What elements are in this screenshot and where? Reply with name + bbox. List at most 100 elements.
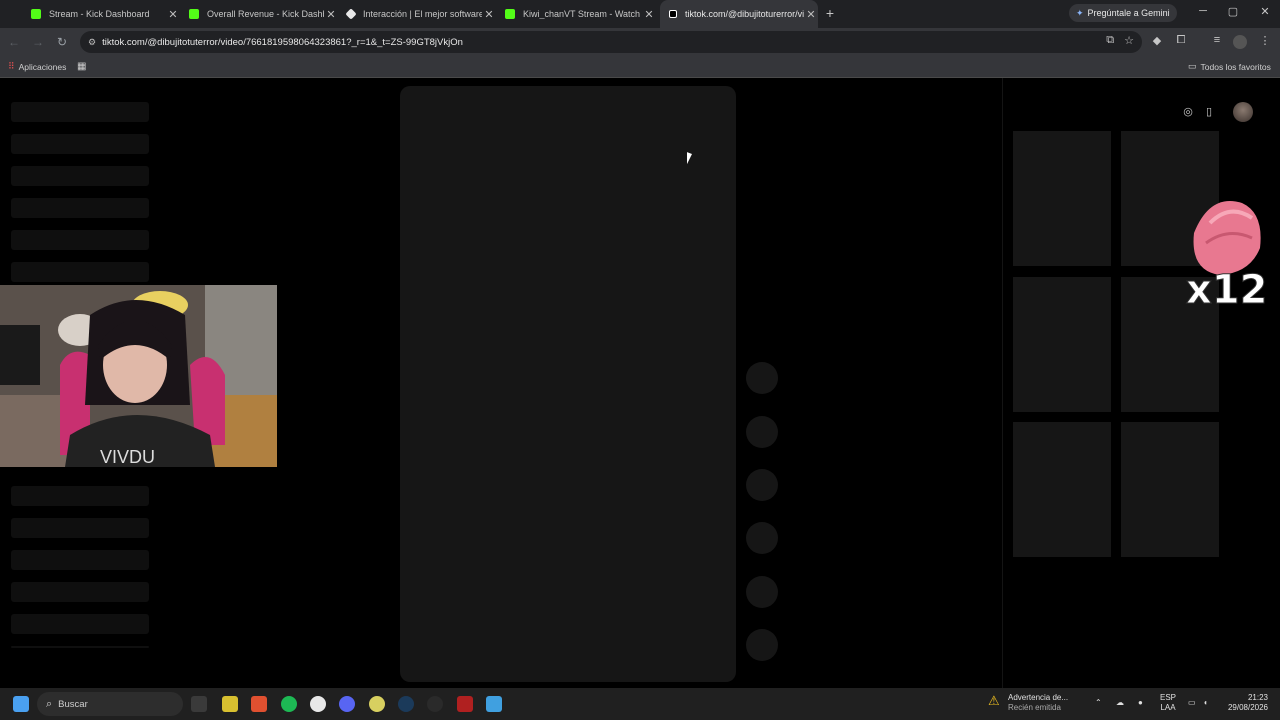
webcam-feed-image: VIVDU (0, 285, 277, 467)
bookmarks-bar: ⠿ Aplicaciones ▦ ▭ Todos los favoritos (0, 56, 1280, 78)
menu-icon[interactable]: ⋮ (1257, 34, 1273, 47)
clock-date: 29/08/2026 (1227, 703, 1268, 712)
like-button-placeholder[interactable] (746, 362, 778, 394)
related-video-thumbnail[interactable] (1121, 422, 1219, 557)
sidebar-skeleton-item (11, 230, 149, 250)
shirt-print: VIVDU (100, 447, 155, 467)
forward-button[interactable]: → (30, 34, 46, 50)
extensions-puzzle-icon[interactable]: ⧠ (1173, 34, 1189, 47)
new-tab-button[interactable]: + (822, 5, 838, 21)
obs-icon[interactable] (427, 696, 443, 712)
webcam-overlay: VIVDU (0, 285, 277, 467)
reload-button[interactable]: ↻ (54, 34, 70, 50)
clock[interactable]: 21:23 29/08/2026 (1226, 693, 1268, 713)
dota-icon[interactable] (457, 696, 473, 712)
diamond-icon (345, 8, 357, 20)
chrome-icon[interactable] (310, 696, 326, 712)
brave-icon[interactable] (251, 696, 267, 712)
maximize-button[interactable]: ▢ (1223, 5, 1243, 18)
windows-taskbar: ⌕ Buscar ⚠ Advertencia de... Recién emit… (0, 688, 1280, 720)
apps-grid-icon: ⠿ (8, 61, 15, 71)
windows-start-icon[interactable] (13, 696, 29, 712)
tab-close-icon[interactable]: ✕ (804, 8, 818, 21)
folder-icon: ▭ (1188, 61, 1197, 71)
tab-interaccion[interactable]: Interacción | El mejor software p ✕ (338, 0, 496, 28)
discord-icon[interactable] (339, 696, 355, 712)
notification-warning[interactable]: Advertencia de... Recién emitida (1008, 693, 1068, 713)
network-icon[interactable]: ▭ (1188, 698, 1196, 708)
task-view-icon[interactable] (191, 696, 207, 712)
tiktok-icon (669, 10, 677, 18)
clapping-hands-icon: x12 (1186, 201, 1268, 314)
media-controls-icon[interactable]: ≡ (1209, 34, 1225, 46)
sidebar-skeleton-item (11, 198, 149, 218)
sidebar-skeleton-item (11, 550, 149, 570)
taskbar-search[interactable]: ⌕ Buscar (37, 692, 183, 716)
notes-app-icon[interactable] (222, 696, 238, 712)
user-avatar[interactable] (1233, 102, 1253, 122)
tab-close-icon[interactable]: ✕ (642, 8, 656, 21)
microphone-icon[interactable]: ● (1138, 698, 1143, 708)
all-bookmarks-folder[interactable]: ▭ Todos los favoritos (1188, 61, 1271, 72)
search-placeholder: Buscar (58, 698, 88, 710)
install-app-icon[interactable]: ⧉ (1106, 34, 1114, 47)
tab-close-icon[interactable]: ✕ (482, 8, 496, 21)
all-bookmarks-label: Todos los favoritos (1200, 61, 1271, 72)
sidebar-skeleton-item (11, 614, 149, 634)
app-icon[interactable] (369, 696, 385, 712)
related-video-thumbnail[interactable] (1013, 131, 1111, 266)
app-icon[interactable] (486, 696, 502, 712)
tab-close-icon[interactable]: ✕ (166, 8, 180, 21)
related-video-thumbnail[interactable] (1013, 422, 1111, 557)
address-bar[interactable]: ⚙ tiktok.com/@dibujitotuterror/video/766… (80, 31, 1142, 53)
bookmark-star-icon[interactable]: ☆ (1124, 34, 1134, 47)
tab-tiktok[interactable]: tiktok.com/@dibujitoturerror/vi ✕ (660, 0, 818, 28)
related-video-thumbnail[interactable] (1013, 277, 1111, 412)
share-button-placeholder[interactable] (746, 522, 778, 554)
extension-icon[interactable]: ◆ (1149, 34, 1165, 47)
warning-icon: ⚠ (988, 693, 1000, 708)
tab-title: Kiwi_chanVT Stream - Watch Live (523, 9, 642, 19)
profile-avatar[interactable] (1233, 35, 1247, 49)
sidebar-skeleton-item (11, 166, 149, 186)
kick-icon (31, 9, 41, 19)
tab-close-icon[interactable]: ✕ (324, 8, 338, 21)
site-info-icon[interactable]: ⚙ (88, 37, 96, 48)
volume-icon[interactable]: ◖ (1203, 698, 1208, 708)
steam-icon[interactable] (398, 696, 414, 712)
back-button[interactable]: ← (6, 34, 22, 50)
tab-kick-stream[interactable]: Stream - Kick Dashboard ✕ (22, 0, 180, 28)
spotify-icon[interactable] (281, 696, 297, 712)
browser-toolbar: ← → ↻ ⚙ tiktok.com/@dibujitotuterror/vid… (0, 28, 1280, 56)
sidebar-skeleton-item (11, 582, 149, 602)
save-button-placeholder[interactable] (746, 469, 778, 501)
tray-chevron-icon[interactable]: ⌃ (1095, 698, 1102, 708)
column-divider (1002, 78, 1003, 688)
clock-time: 21:23 (1247, 693, 1268, 702)
tab-groups-button[interactable]: ▦ (77, 61, 86, 72)
apps-label: Aplicaciones (18, 61, 67, 72)
phone-icon[interactable]: ▯ (1199, 102, 1219, 122)
kick-icon (189, 9, 199, 19)
gemini-button[interactable]: ✦ Pregúntale a Gemini (1069, 4, 1177, 22)
apps-bookmark[interactable]: ⠿ Aplicaciones (8, 61, 66, 72)
comment-button-placeholder[interactable] (746, 416, 778, 448)
layout-code: LAA (1160, 703, 1176, 712)
tab-title: tiktok.com/@dibujitoturerror/vi (685, 9, 804, 19)
tab-kick-revenue[interactable]: Overall Revenue - Kick Dashboard ✕ (180, 0, 338, 28)
close-window-button[interactable]: ✕ (1255, 5, 1275, 18)
cloud-icon[interactable]: ☁ (1116, 698, 1124, 708)
language-indicator[interactable]: ESP LAA (1160, 693, 1176, 713)
browser-tab-strip: Stream - Kick Dashboard ✕ Overall Revenu… (0, 0, 1280, 28)
tab-kiwi-stream[interactable]: Kiwi_chanVT Stream - Watch Live ✕ (496, 0, 656, 28)
compass-icon[interactable]: ◎ (1178, 102, 1198, 122)
action-button-placeholder[interactable] (746, 629, 778, 661)
grid-icon: ▦ (77, 61, 87, 72)
minimize-button[interactable]: ─ (1193, 5, 1213, 17)
tab-title: Interacción | El mejor software p (363, 9, 482, 19)
sidebar-skeleton-item (11, 262, 149, 282)
sidebar-skeleton-item (11, 102, 149, 122)
action-button-placeholder[interactable] (746, 576, 778, 608)
gemini-star-icon: ✦ (1076, 7, 1084, 18)
video-player-placeholder[interactable] (400, 86, 736, 682)
